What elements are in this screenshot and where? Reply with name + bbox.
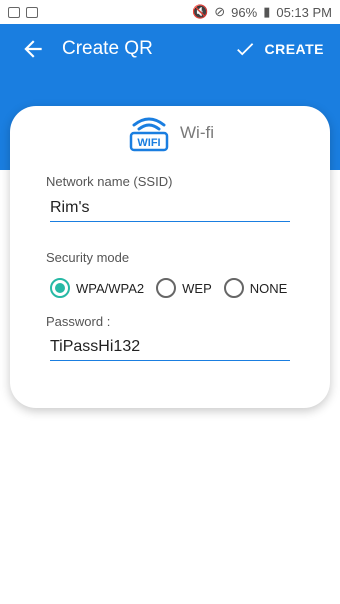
radio-label: WEP xyxy=(182,280,212,296)
back-arrow-icon[interactable] xyxy=(20,36,46,62)
create-button[interactable]: CREATE xyxy=(234,38,324,60)
radio-unchecked-icon xyxy=(156,278,177,298)
radio-wep[interactable]: WEP xyxy=(156,278,212,298)
status-bar: 🔇 ⊘ 96% ▮ 05:13 PM xyxy=(0,0,340,24)
ssid-input[interactable]: Rim's xyxy=(50,194,290,222)
mute-icon: 🔇 xyxy=(192,4,209,19)
status-right: 🔇 ⊘ 96% ▮ 05:13 PM xyxy=(192,4,332,20)
check-icon xyxy=(237,43,254,56)
radio-checked-icon xyxy=(50,278,70,298)
battery-icon: ▮ xyxy=(263,4,271,19)
clock-text: 05:13 PM xyxy=(276,4,332,20)
wifi-type-label: Wi-fi xyxy=(180,123,214,142)
security-mode-group: WPA/WPA2 WEP NONE xyxy=(50,278,287,298)
gallery-notification-icon xyxy=(8,6,20,18)
wifi-icon-text: WIFI xyxy=(137,137,160,149)
status-left xyxy=(8,6,38,18)
radio-label: WPA/WPA2 xyxy=(76,280,145,296)
ssid-label: Network name (SSID) xyxy=(46,174,173,189)
wifi-header: WIFI Wi-fi xyxy=(128,112,214,154)
radio-wpa-wpa2[interactable]: WPA/WPA2 xyxy=(50,278,144,298)
page-title: Create QR xyxy=(62,38,153,59)
radio-label: NONE xyxy=(249,280,288,296)
app-bar: Create QR CREATE xyxy=(0,24,340,76)
radio-none[interactable]: NONE xyxy=(223,278,288,298)
screenshot-notification-icon xyxy=(26,6,38,18)
wifi-icon: WIFI xyxy=(129,117,169,152)
password-input[interactable]: TiPassHi132 xyxy=(50,333,290,361)
create-label: CREATE xyxy=(264,41,324,57)
password-label: Password : xyxy=(46,314,111,329)
battery-text: 96% xyxy=(231,4,258,20)
wifi-form-card: WIFI Wi-fi Network name (SSID) Rim's Sec… xyxy=(10,106,330,408)
security-mode-label: Security mode xyxy=(46,250,130,265)
no-signal-icon: ⊘ xyxy=(214,4,226,19)
radio-unchecked-icon xyxy=(223,278,244,298)
